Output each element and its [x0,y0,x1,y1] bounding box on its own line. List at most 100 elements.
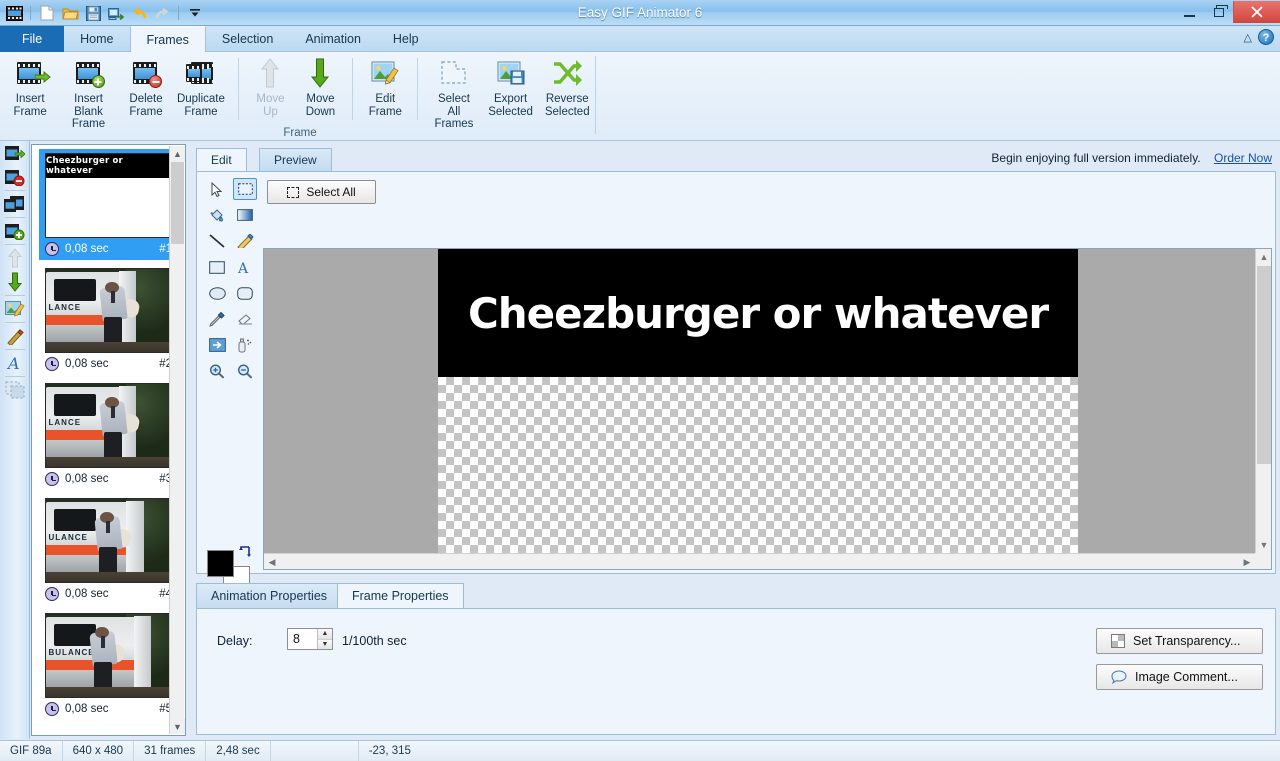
canvas-scroll-left-icon[interactable]: ◀ [264,554,280,569]
zoom-out-tool-icon[interactable] [233,360,257,382]
brush-tool-icon[interactable] [233,230,257,252]
canvas-vscroll-thumb[interactable] [1257,266,1271,464]
eyedropper-tool-icon[interactable] [205,308,229,330]
duplicate-frame-button[interactable]: Duplicate Frame [171,54,230,118]
canvas-scroll-down-icon[interactable]: ▼ [1256,537,1271,553]
scroll-up-icon[interactable]: ▲ [170,146,185,161]
frame-thumbnail: BULANCE [45,613,172,698]
frame-meta: 0,08 sec #2 [39,353,178,375]
ribbon-tab-help[interactable]: Help [377,26,435,52]
frame-list-item[interactable]: BULANCE 0,08 sec #5 [39,609,178,720]
select-all-frames-button[interactable]: Select All Frames [425,54,483,131]
delay-input[interactable]: 8 ▲ ▼ [287,628,333,650]
canvas-scroll-up-icon[interactable]: ▲ [1256,249,1271,265]
tab-edit[interactable]: Edit [196,148,247,172]
foreground-color-swatch[interactable] [207,550,234,577]
insert-frame-button[interactable]: Insert Frame [4,54,56,118]
duplicate-frame-label-2: Frame [184,105,218,118]
frames-list-scrollbar[interactable]: ▲ ▼ [169,146,185,734]
select-all-label: Select All [306,185,356,199]
spray-tool-icon[interactable] [233,334,257,356]
zoom-in-tool-icon[interactable] [205,360,229,382]
delay-decrement-icon[interactable]: ▼ [318,639,332,649]
canvas-vertical-scrollbar[interactable]: ▲ ▼ [1255,249,1271,553]
pointer-tool-icon[interactable] [205,178,229,200]
frame-list-item[interactable]: LANCE 0,08 sec #3 [39,379,178,490]
canvas-horizontal-scrollbar[interactable]: ◀ ▶ [264,553,1255,569]
canvas-scroll-right-icon[interactable]: ▶ [1239,554,1255,569]
ribbon-tab-home[interactable]: Home [64,26,129,52]
frame-thumbnail: ULANCE [45,498,172,583]
side-select-all-frames-button[interactable] [0,378,30,402]
line-tool-icon[interactable] [205,230,229,252]
editor-body: A Select All Cheezburger or whatever ▲ ▼… [196,172,1276,593]
swap-colors-icon[interactable] [239,544,253,558]
frame-list-item[interactable]: Cheezburger or whatever 0,08 sec #1 [39,149,178,260]
rectangle-select-tool-icon[interactable] [233,178,257,200]
status-spacer [271,740,359,761]
frame-list-item[interactable]: ULANCE 0,08 sec #4 [39,494,178,605]
canvas-image[interactable]: Cheezburger or whatever [438,249,1078,553]
tab-frame-properties[interactable]: Frame Properties [337,583,464,610]
delay-value[interactable]: 8 [288,629,317,649]
text-tool-icon[interactable]: A [233,256,257,278]
canvas-viewport[interactable]: Cheezburger or whatever [264,249,1255,553]
tab-preview[interactable]: Preview [259,148,332,172]
reverse-selected-label-2: Selected [544,105,590,118]
ellipse-tool-icon[interactable] [205,282,229,304]
frame-thumbnail-caption: BULANCE [48,648,95,658]
maximize-button[interactable] [1204,1,1233,23]
fill-tool-icon[interactable] [205,204,229,226]
status-format: GIF 89a [0,740,63,761]
ribbon-tab-frames[interactable]: Frames [129,26,206,53]
delete-frame-label-1: Delete [129,93,163,105]
frames-list-panel[interactable]: Cheezburger or whatever 0,08 sec #1 LANC… [31,144,186,736]
move-up-button: Move Up [245,54,295,118]
canvas-banner: Cheezburger or whatever [438,249,1078,377]
edit-frame-button[interactable]: Edit Frame [360,54,410,118]
set-transparency-button[interactable]: Set Transparency... [1096,628,1263,654]
ribbon-tab-file[interactable]: File [0,26,65,52]
export-selected-button[interactable]: Export Selected [483,54,539,118]
ribbon-help-area: △ ? [1244,29,1274,45]
select-all-button[interactable]: Select All [267,180,376,204]
properties-panel: Animation Properties Frame Properties De… [196,583,1276,735]
side-move-down-button[interactable] [0,270,30,294]
side-edit-frame-button[interactable] [0,297,30,321]
image-comment-button[interactable]: Image Comment... [1096,664,1263,690]
ribbon-tab-animation[interactable]: Animation [289,26,377,52]
insert-blank-frame-button[interactable]: Insert Blank Frame [56,54,121,131]
delay-increment-icon[interactable]: ▲ [318,629,332,640]
minimize-button[interactable] [1175,1,1204,23]
collapse-ribbon-icon[interactable]: △ [1244,31,1252,44]
clock-icon [45,242,59,256]
order-now-link[interactable]: Order Now [1214,151,1272,165]
scroll-down-icon[interactable]: ▼ [170,719,185,734]
side-insert-blank-frame-button[interactable] [0,219,30,243]
side-insert-frame-button[interactable] [0,141,30,165]
tab-animation-properties[interactable]: Animation Properties [196,583,343,609]
eraser-tool-icon[interactable] [233,308,257,330]
side-delete-frame-button[interactable] [0,165,30,189]
delay-stepper[interactable]: ▲ ▼ [317,629,332,649]
image-insert-tool-icon[interactable] [205,334,229,356]
reverse-selected-button[interactable]: Reverse Selected [538,54,596,118]
rounded-rectangle-tool-icon[interactable] [233,282,257,304]
clock-icon [45,357,59,371]
rectangle-tool-icon[interactable] [205,256,229,278]
frame-list-item[interactable]: LANCE 0,08 sec #2 [39,264,178,375]
scrollbar-thumb[interactable] [171,162,184,244]
side-magic-wand-button[interactable] [0,324,30,348]
frame-thumbnail-caption: LANCE [48,418,82,428]
side-duplicate-frame-button[interactable] [0,192,30,216]
help-icon[interactable]: ? [1258,29,1274,45]
gradient-tool-icon[interactable] [233,204,257,226]
move-down-button[interactable]: Move Down [295,54,345,118]
delete-frame-button[interactable]: Delete Frame [121,54,172,118]
ribbon-tab-selection[interactable]: Selection [206,26,289,52]
frame-delay-label: 0,08 sec [65,588,109,600]
frame-meta: 0,08 sec #4 [39,583,178,605]
side-text-tool-button[interactable]: A [0,351,30,375]
close-button[interactable] [1233,1,1280,23]
canvas-area[interactable]: Cheezburger or whatever ▲ ▼ ◀ ▶ [263,248,1272,570]
